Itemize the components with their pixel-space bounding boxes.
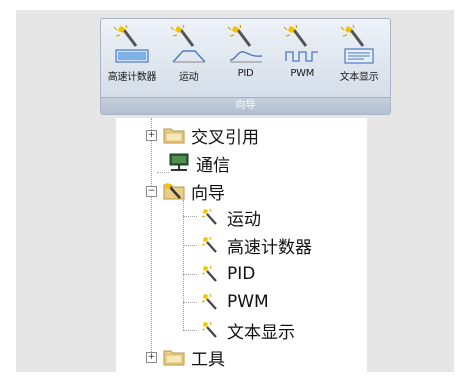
ribbon-button-label: 文本显示 bbox=[339, 72, 379, 83]
ribbon-button-label: PID bbox=[237, 68, 254, 79]
wand-icon bbox=[201, 293, 219, 311]
tree-connector bbox=[183, 330, 197, 331]
tree-item-text-display[interactable]: 文本显示 bbox=[201, 317, 295, 343]
wand-icon bbox=[201, 321, 219, 339]
tree-item-label: 工具 bbox=[191, 349, 225, 370]
ribbon-button-label: 运动 bbox=[179, 72, 199, 83]
tree-item-motion[interactable]: 运动 bbox=[201, 204, 261, 230]
ribbon-button-hsc[interactable]: 高速计数器 bbox=[104, 22, 160, 96]
wizards-ribbon-group: 高速计数器 运动 PID PWM 文本显示 向导 bbox=[100, 18, 391, 115]
expand-icon[interactable]: + bbox=[146, 351, 157, 363]
tree-item-label: PID bbox=[227, 264, 256, 284]
tree-item-cross-reference[interactable]: + 交叉引用 bbox=[146, 122, 259, 148]
wand-icon bbox=[201, 265, 219, 283]
wizard-hsc-icon bbox=[113, 24, 149, 63]
expand-icon[interactable]: + bbox=[146, 129, 157, 141]
tree-item-label: PWM bbox=[227, 292, 269, 312]
wizard-pid-icon bbox=[227, 24, 262, 63]
tree-item-label: 文本显示 bbox=[227, 322, 295, 343]
wizard-pwm-icon bbox=[283, 24, 319, 62]
ribbon-button-label: PWM bbox=[290, 68, 315, 79]
tree-item-pid[interactable]: PID bbox=[201, 261, 255, 287]
tree-item-wizards[interactable]: − 向导 bbox=[146, 178, 225, 204]
tree-item-label: 运动 bbox=[227, 209, 261, 230]
wizard-text-display-icon bbox=[340, 24, 374, 64]
ribbon-button-pwm[interactable]: PWM bbox=[274, 22, 330, 96]
wand-icon bbox=[201, 208, 219, 226]
folder-icon bbox=[163, 125, 185, 145]
tree-item-label: 通信 bbox=[196, 155, 230, 176]
tree-connector bbox=[151, 118, 152, 358]
ribbon-button-text-display[interactable]: 文本显示 bbox=[331, 22, 387, 96]
tree-item-label: 向导 bbox=[191, 183, 225, 204]
ribbon-button-motion[interactable]: 运动 bbox=[161, 22, 217, 96]
collapse-icon[interactable]: − bbox=[146, 185, 157, 197]
ribbon-button-pid[interactable]: PID bbox=[218, 22, 274, 96]
tree-connector bbox=[183, 274, 197, 275]
tree-item-label: 高速计数器 bbox=[227, 237, 312, 258]
wizard-folder-icon bbox=[163, 181, 185, 201]
folder-icon bbox=[163, 347, 185, 367]
tree-item-hsc[interactable]: 高速计数器 bbox=[201, 232, 312, 258]
wizard-motion-icon bbox=[170, 24, 206, 63]
tree-connector bbox=[183, 245, 197, 246]
tree-connector bbox=[183, 302, 197, 303]
tree-connector bbox=[183, 200, 184, 330]
tree-item-tools[interactable]: + 工具 bbox=[146, 344, 225, 370]
project-tree: + 交叉引用 通信 − 向导 运动 高速计数器 PID PWM 文本显示 + 工… bbox=[116, 118, 367, 372]
tree-item-communication[interactable]: 通信 bbox=[168, 150, 230, 176]
network-icon bbox=[168, 153, 190, 173]
tree-item-label: 交叉引用 bbox=[191, 127, 259, 148]
ribbon-group-label: 向导 bbox=[101, 97, 390, 114]
tree-connector bbox=[183, 216, 197, 217]
wand-icon bbox=[201, 236, 219, 254]
tree-item-pwm[interactable]: PWM bbox=[201, 289, 269, 315]
ribbon-button-label: 高速计数器 bbox=[107, 72, 157, 83]
